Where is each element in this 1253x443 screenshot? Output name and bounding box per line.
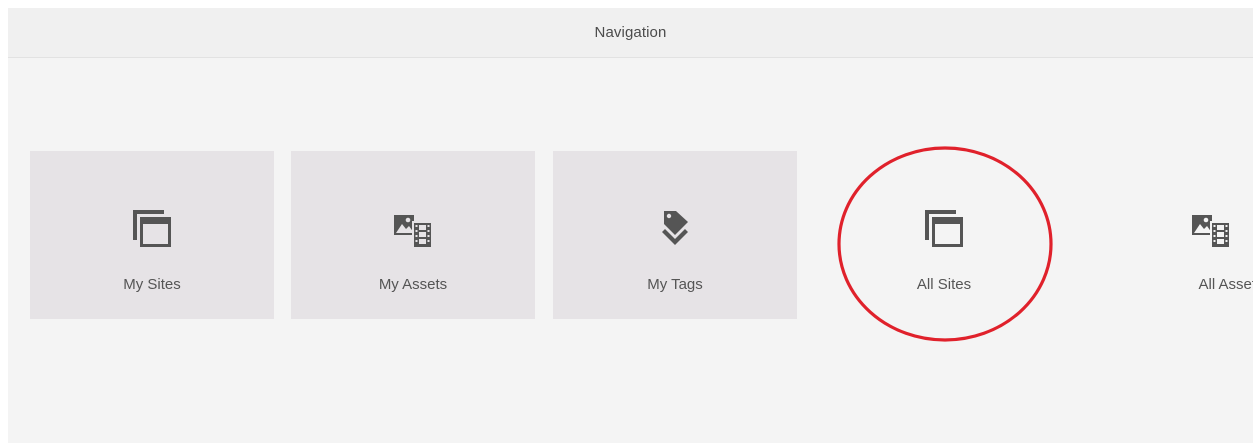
tile-my-assets[interactable]: My Assets <box>291 151 535 319</box>
tile-all-sites[interactable]: All Sites <box>822 151 1066 319</box>
assets-icon <box>1192 215 1230 248</box>
sites-icon <box>133 210 171 247</box>
navigation-header: Navigation <box>8 8 1253 58</box>
tile-label: My Tags <box>647 276 703 293</box>
assets-icon <box>394 215 432 248</box>
page-title: Navigation <box>594 24 667 41</box>
tile-label: My Assets <box>378 276 448 293</box>
tile-label: All Assets <box>1198 276 1253 293</box>
tile-label: All Sites <box>916 276 972 293</box>
tile-my-sites[interactable]: My Sites <box>30 151 274 319</box>
tile-my-tags[interactable]: My Tags <box>553 151 797 319</box>
tags-icon <box>662 211 688 245</box>
navigation-panel: Navigation My Sites My Assets My Tags Al… <box>8 8 1253 443</box>
sites-icon <box>925 210 963 247</box>
tile-label: My Sites <box>123 276 181 293</box>
tile-all-assets[interactable]: All Assets <box>1089 151 1253 319</box>
